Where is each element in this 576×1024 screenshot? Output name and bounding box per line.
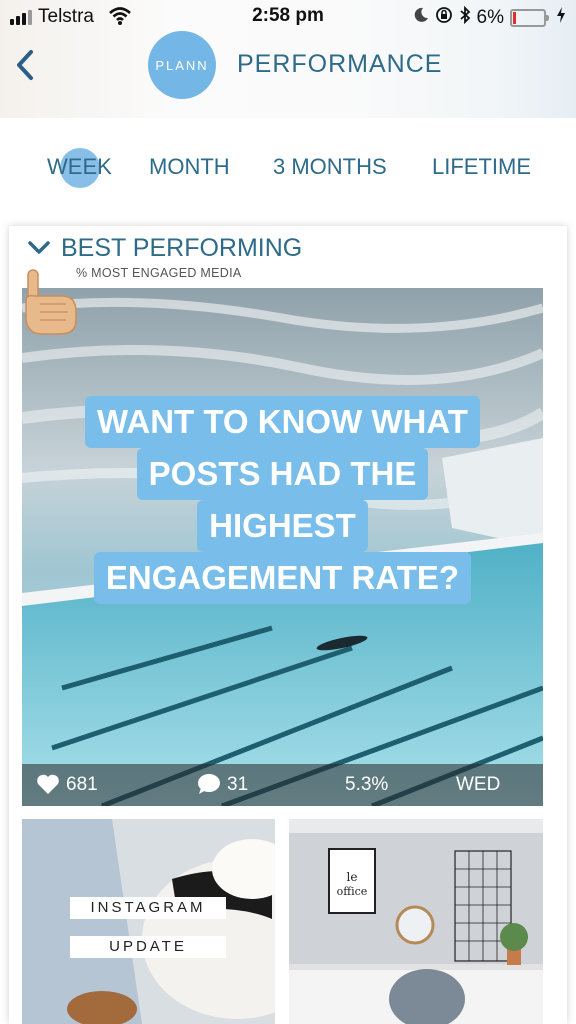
svg-text:le: le (347, 870, 358, 884)
headline-line: WANT TO KNOW WHAT (85, 396, 480, 448)
tab-month[interactable]: MONTH (149, 154, 230, 180)
headline-line: ENGAGEMENT RATE? (93, 552, 472, 604)
media-thumbnail[interactable]: le office (289, 819, 543, 1024)
chevron-down-icon (28, 241, 50, 254)
back-button[interactable] (12, 48, 38, 82)
thumbnail-label: INSTAGRAM (70, 897, 226, 919)
tab-lifetime[interactable]: LIFETIME (432, 154, 531, 180)
post-stats-bar: 681 31 5.3% WED (22, 764, 543, 806)
charging-icon (556, 7, 566, 29)
bluetooth-icon (459, 5, 471, 30)
period-tabs: WEEK MONTH 3 MONTHS LIFETIME (0, 148, 576, 188)
status-bar: Telstra 2:58 pm 6% (0, 0, 576, 34)
media-thumbnail[interactable]: INSTAGRAM UPDATE (22, 819, 275, 1024)
office-photo: le office (289, 819, 543, 1024)
headline-line: HIGHEST (197, 500, 368, 552)
tab-3-months[interactable]: 3 MONTHS (273, 154, 387, 180)
battery-icon (510, 9, 549, 27)
plann-logo: PLANN (148, 31, 216, 99)
tab-week[interactable]: WEEK (47, 154, 112, 180)
thumbnail-label: UPDATE (70, 936, 226, 958)
section-title: BEST PERFORMING (61, 234, 303, 262)
section-subtitle: % MOST ENGAGED MEDIA (76, 266, 242, 280)
hat-photo (22, 819, 275, 1024)
likes-count: 681 (66, 774, 98, 795)
heart-icon (36, 773, 60, 801)
svg-text:office: office (337, 885, 368, 898)
back-icon (17, 50, 33, 80)
page-title: PERFORMANCE (237, 50, 443, 78)
comment-icon (197, 773, 221, 801)
battery-percent: 6% (476, 7, 504, 28)
headline-line: POSTS HAD THE (136, 448, 429, 500)
post-day: WED (456, 774, 501, 795)
headline-overlay: WANT TO KNOW WHAT POSTS HAD THE HIGHEST … (22, 396, 543, 604)
lock-rotation-icon (435, 6, 453, 30)
moon-icon (413, 7, 429, 29)
pointing-hand-icon (22, 268, 82, 338)
comments-count: 31 (227, 774, 249, 795)
featured-media[interactable]: WANT TO KNOW WHAT POSTS HAD THE HIGHEST … (22, 288, 543, 806)
engagement-rate: 5.3% (345, 774, 389, 795)
